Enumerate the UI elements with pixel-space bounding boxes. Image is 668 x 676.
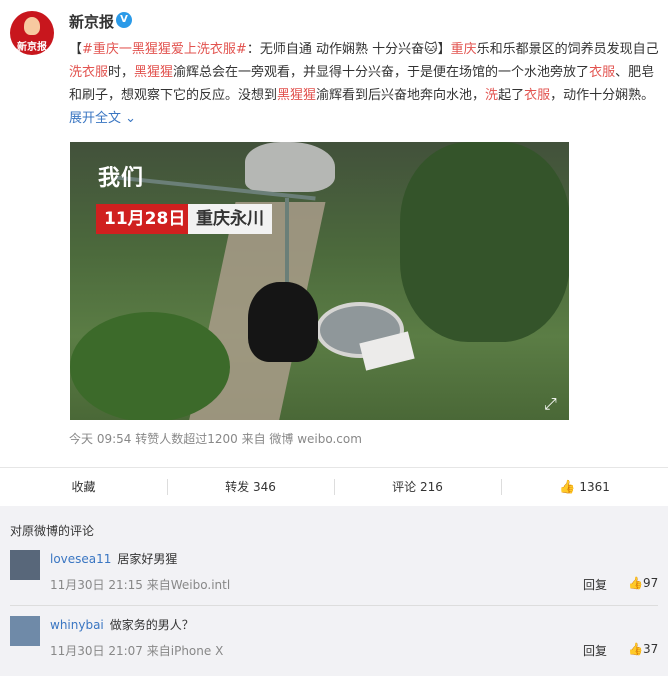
content-keyword[interactable]: 重庆 (451, 42, 477, 57)
commenter-avatar[interactable] (10, 550, 40, 580)
comment-text: whinybai 做家务的男人？ (50, 616, 194, 633)
repost-button[interactable]: 转发 346 (167, 468, 334, 506)
like-button[interactable]: 👍 1361 (501, 468, 668, 506)
comment-like-button[interactable]: 👍97 (628, 576, 658, 590)
commenter-name[interactable]: whinybai (50, 618, 104, 632)
content-text: 】 (437, 42, 451, 57)
video-place-label: 重庆永川 (188, 204, 272, 234)
content-text: 时， (108, 65, 135, 80)
video-date-label: 11月28日 (96, 204, 194, 234)
comment-time: 11月30日 21:07 来自iPhone X (50, 644, 224, 658)
content-text: ：无师自通 动作娴熟 十分兴奋 (246, 42, 425, 57)
video-rock (245, 142, 335, 192)
video-logo: 我们 (98, 166, 145, 191)
expand-link[interactable]: 展开全文 ⌄ (69, 111, 136, 126)
flame-logo-icon (24, 17, 40, 35)
thumbs-up-icon: 👍 (628, 642, 643, 656)
content-keyword[interactable]: 黑猩猩 (134, 65, 173, 80)
video-chimpanzee (248, 282, 318, 362)
verified-icon: V (116, 12, 132, 28)
post-meta: 今天 09:54 转赞人数超过1200 来自 微博 weibo.com (69, 432, 362, 446)
reply-button[interactable]: 回复 (583, 576, 607, 593)
commenter-avatar[interactable] (10, 616, 40, 646)
content-text: 🐱 (424, 42, 438, 57)
content-text: ，动作十分娴熟。 (550, 88, 655, 103)
comment-label: 评论 216 (392, 480, 443, 494)
comment-divider (10, 605, 658, 606)
comment-like-count: 97 (642, 576, 659, 590)
post-action-bar: 收藏 转发 346 评论 216 👍 1361 (0, 467, 668, 507)
author-name[interactable]: 新京报 (69, 11, 114, 32)
content-text: 渝辉看到后兴奋地奔向水池， (316, 88, 486, 103)
content-text: 渝辉总会在一旁观看，并显得十分兴奋，于是便在场馆的一个水池旁放了 (173, 65, 590, 80)
favorite-label: 收藏 (71, 480, 96, 494)
video-foliage (70, 312, 230, 420)
content-keyword[interactable]: 洗 (485, 88, 498, 103)
avatar-brand-text: 新京报 (17, 42, 47, 53)
comment-time: 11月30日 21:15 来自Weibo.intl (50, 578, 231, 592)
comment-item: whinybai 做家务的男人？ 11月30日 21:07 来自iPhone X … (0, 608, 668, 672)
video-player[interactable]: 我们 11月28日 重庆永川 ⤢ (70, 142, 569, 420)
comments-header: 对原微博的评论 (10, 524, 95, 538)
thumbs-up-icon: 👍 (559, 480, 576, 495)
comment-text: lovesea11 居家好男猩 (50, 550, 177, 567)
like-count: 1361 (579, 480, 610, 494)
comment-body: 做家务的男人？ (109, 618, 194, 632)
comment-item: lovesea11 居家好男猩 11月30日 21:15 来自Weibo.intl… (0, 542, 668, 606)
reply-button[interactable]: 回复 (583, 642, 607, 659)
content-keyword[interactable]: #重庆一黑猩猩爱上洗衣服# (82, 42, 247, 57)
content-keyword[interactable]: 黑猩猩 (277, 88, 316, 103)
commenter-name[interactable]: lovesea11 (50, 552, 111, 566)
author-avatar[interactable]: 新京报 (10, 11, 54, 55)
content-text: 乐和乐都景区的饲养员发现自己 (476, 42, 659, 57)
content-text: 起了 (498, 88, 525, 103)
video-foliage (400, 142, 569, 342)
content-keyword[interactable]: 衣服 (589, 65, 615, 80)
weibo-post: 新京报 新京报 V 【#重庆一黑猩猩爱上洗衣服#：无师自通 动作娴熟 十分兴奋🐱… (0, 0, 668, 466)
chevron-down-icon: ⌄ (121, 111, 137, 126)
repost-label: 转发 346 (225, 480, 276, 494)
comment-like-count: 37 (642, 642, 659, 656)
content-keyword[interactable]: 洗衣服 (69, 65, 108, 80)
favorite-button[interactable]: 收藏 (0, 468, 167, 506)
thumbs-up-icon: 👍 (628, 576, 643, 590)
content-text: 【 (69, 42, 83, 57)
content-keyword[interactable]: 衣服 (524, 88, 550, 103)
comment-button[interactable]: 评论 216 (334, 468, 501, 506)
post-content: 【#重庆一黑猩猩爱上洗衣服#：无师自通 动作娴熟 十分兴奋🐱】重庆乐和乐都景区的… (69, 38, 659, 130)
comment-like-button[interactable]: 👍37 (628, 642, 658, 656)
fullscreen-icon[interactable]: ⤢ (544, 394, 557, 414)
comment-body: 居家好男猩 (117, 552, 178, 566)
comments-section: 对原微博的评论 lovesea11 居家好男猩 11月30日 21:15 来自We… (0, 506, 668, 676)
